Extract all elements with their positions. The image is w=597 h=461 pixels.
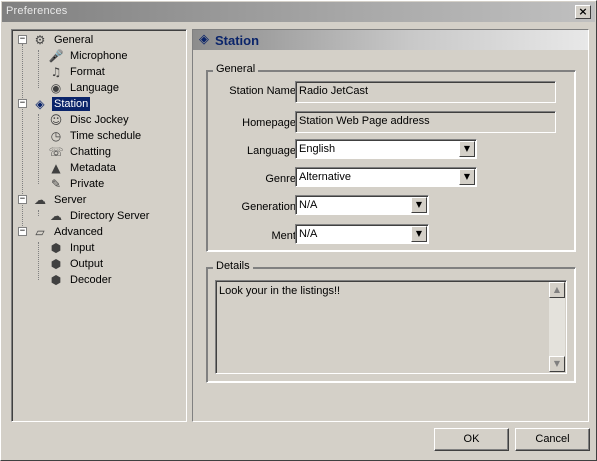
- output-icon: ⬢: [50, 257, 62, 271]
- tree-item-output[interactable]: ⬢ Output: [48, 256, 105, 272]
- chevron-down-icon[interactable]: ▼: [411, 226, 427, 242]
- panel-title: Station: [215, 32, 260, 48]
- tree-item-time-schedule[interactable]: ◷ Time schedule: [48, 128, 143, 144]
- tree-item-label: Server: [54, 194, 87, 206]
- tree-item-decoder[interactable]: ⬢ Decoder: [48, 272, 114, 288]
- format-icon: ♫: [50, 65, 62, 79]
- window-title: Preferences: [6, 5, 68, 17]
- close-button[interactable]: ×: [575, 5, 591, 19]
- directory-server-icon: ☁: [50, 209, 62, 223]
- general-group: General Station Name: Radio JetCast Home…: [206, 63, 576, 252]
- preferences-window: Preferences × − ⚙ General 🎤 Microphone ♫…: [0, 0, 597, 461]
- tree-item-disc-jockey[interactable]: ☺ Disc Jockey: [48, 112, 131, 128]
- tree-item-label: Chatting: [70, 146, 111, 158]
- station-icon: ◈: [35, 97, 45, 111]
- tree-item-station[interactable]: − ◈ Station: [16, 96, 91, 112]
- microphone-icon: 🎤: [48, 49, 64, 63]
- tree-item-label: Decoder: [70, 274, 112, 286]
- advanced-icon: ▱: [35, 225, 45, 239]
- settings-panel: ◈ Station General Station Name: Radio Je…: [192, 29, 589, 422]
- tree-item-label: General: [54, 34, 94, 46]
- genre-dropdown[interactable]: Alternative ▼: [295, 167, 477, 187]
- tree-item-language[interactable]: ◉ Language: [48, 80, 121, 96]
- disc-jockey-icon: ☺: [49, 113, 63, 127]
- ment-value: N/A: [299, 228, 318, 240]
- language-icon: ◉: [50, 81, 62, 95]
- ok-button[interactable]: OK: [434, 428, 509, 451]
- chevron-down-icon[interactable]: ▼: [459, 169, 475, 185]
- tree-item-label: Disc Jockey: [70, 114, 129, 126]
- ment-label: Ment:: [271, 230, 299, 242]
- scroll-down-icon[interactable]: ▼: [549, 356, 565, 372]
- tree-item-label: Advanced: [54, 226, 103, 238]
- tree-item-microphone[interactable]: 🎤 Microphone: [48, 48, 129, 64]
- homepage-label: Homepage:: [242, 117, 299, 129]
- station-name-field[interactable]: Radio JetCast: [295, 81, 556, 103]
- tree-item-input[interactable]: ⬢ Input: [48, 240, 96, 256]
- tree-item-label: Language: [70, 82, 119, 94]
- group-legend: Details: [213, 260, 253, 272]
- tree-item-label: Time schedule: [70, 130, 142, 142]
- genre-value: Alternative: [299, 171, 351, 183]
- tree-item-label: Output: [70, 258, 104, 270]
- details-text: Look your in the listings!!: [219, 285, 341, 297]
- category-tree[interactable]: − ⚙ General 🎤 Microphone ♫ Format ◉ Lang…: [11, 29, 187, 422]
- cancel-button[interactable]: Cancel: [515, 428, 590, 451]
- group-legend: General: [213, 63, 259, 75]
- tree-item-private[interactable]: ✎ Private: [48, 176, 106, 192]
- collapse-toggle[interactable]: −: [18, 35, 27, 44]
- generation-label: Generation:: [241, 201, 299, 213]
- chatting-icon: ☏: [48, 145, 64, 159]
- time-schedule-icon: ◷: [50, 129, 62, 143]
- general-icon: ⚙: [34, 33, 46, 47]
- vertical-scrollbar[interactable]: ▲ ▼: [549, 282, 565, 372]
- server-icon: ☁: [34, 193, 46, 207]
- tree-item-label: Directory Server: [70, 210, 150, 222]
- tree-item-metadata[interactable]: ▲ Metadata: [48, 160, 118, 176]
- ment-dropdown[interactable]: N/A ▼: [295, 224, 429, 244]
- panel-header: ◈ Station: [193, 30, 588, 50]
- tree-item-label: Metadata: [70, 162, 116, 174]
- language-value: English: [299, 143, 336, 155]
- tree-item-general[interactable]: − ⚙ General: [16, 32, 95, 48]
- chevron-down-icon[interactable]: ▼: [459, 141, 475, 157]
- tree-item-server[interactable]: − ☁ Server: [16, 192, 88, 208]
- input-icon: ⬢: [50, 241, 62, 255]
- collapse-toggle[interactable]: −: [18, 227, 27, 236]
- language-dropdown[interactable]: English ▼: [295, 139, 477, 159]
- station-name-label: Station Name:: [229, 85, 299, 97]
- station-icon: ◈: [199, 32, 209, 47]
- tree-connector: [38, 210, 39, 216]
- close-icon: ×: [578, 5, 588, 18]
- tree-item-label: Private: [70, 178, 105, 190]
- metadata-icon: ▲: [51, 161, 61, 175]
- details-textarea[interactable]: Look your in the listings!! ▲ ▼: [215, 280, 567, 374]
- tree-item-chatting[interactable]: ☏ Chatting: [48, 144, 113, 160]
- collapse-toggle[interactable]: −: [18, 195, 27, 204]
- private-icon: ✎: [50, 177, 62, 191]
- genre-label: Genre:: [265, 173, 299, 185]
- chevron-down-icon[interactable]: ▼: [411, 197, 427, 213]
- homepage-field[interactable]: Station Web Page address: [295, 111, 556, 133]
- language-label: Language:: [247, 145, 299, 157]
- tree-item-advanced[interactable]: − ▱ Advanced: [16, 224, 105, 240]
- tree-connector: [38, 242, 39, 280]
- tree-item-label: Input: [70, 242, 95, 254]
- tree-item-directory-server[interactable]: ☁ Directory Server: [48, 208, 151, 224]
- tree-item-label: Station: [52, 97, 91, 111]
- tree-item-format[interactable]: ♫ Format: [48, 64, 107, 80]
- scroll-up-icon[interactable]: ▲: [549, 282, 565, 298]
- tree-connector: [38, 50, 39, 88]
- generation-dropdown[interactable]: N/A ▼: [295, 195, 429, 215]
- title-bar[interactable]: Preferences ×: [2, 2, 595, 22]
- tree-connector: [38, 114, 39, 184]
- tree-item-label: Format: [70, 66, 105, 78]
- details-group: Details Look your in the listings!! ▲ ▼: [206, 260, 576, 383]
- decoder-icon: ⬢: [50, 273, 62, 287]
- generation-value: N/A: [299, 199, 318, 211]
- tree-item-label: Microphone: [70, 50, 128, 62]
- collapse-toggle[interactable]: −: [18, 99, 27, 108]
